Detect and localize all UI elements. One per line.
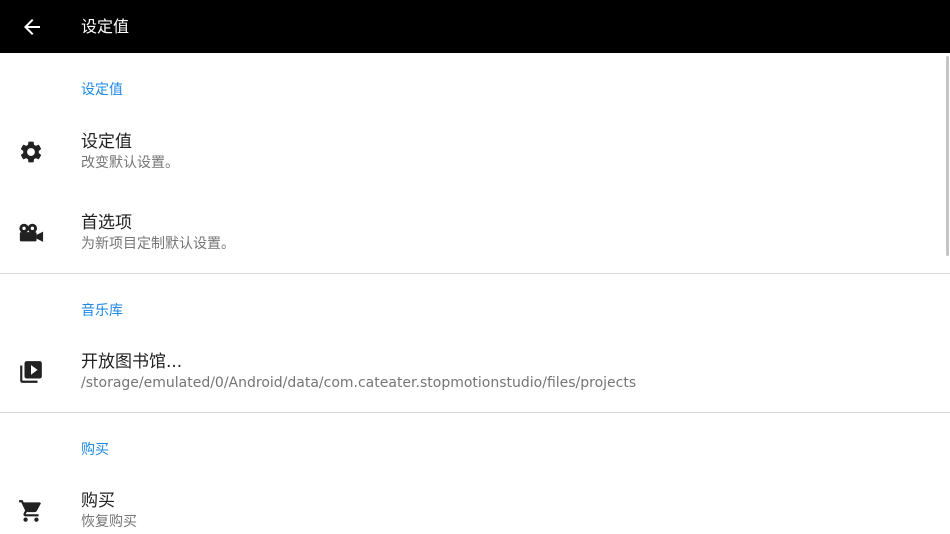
pref-title: 购买	[81, 491, 115, 511]
pref-item-purchase[interactable]: 购买 恢复购买	[0, 478, 945, 534]
pref-item-open-library[interactable]: 开放图书馆... /storage/emulated/0/Android/dat…	[0, 339, 945, 403]
section-divider	[0, 412, 950, 413]
pref-summary: 为新项目定制默认设置。	[81, 236, 235, 252]
shopping-cart-icon	[19, 500, 41, 522]
pref-title: 首选项	[81, 213, 132, 233]
pref-summary: 恢复购买	[81, 514, 137, 530]
pref-title: 设定值	[81, 132, 132, 152]
category-header-purchase: 购买	[81, 442, 109, 458]
movie-camera-icon	[19, 223, 44, 242]
section-divider	[0, 273, 950, 274]
preferences-list[interactable]: 设定值 设定值 改变默认设置。 首选项 为新项目定制默认设置。 音乐库 开放图书…	[0, 53, 950, 534]
arrow-back-icon	[24, 19, 40, 35]
scrollbar[interactable]	[946, 56, 949, 256]
page-title: 设定值	[81, 17, 130, 36]
pref-summary: 改变默认设置。	[81, 155, 179, 171]
video-library-icon	[20, 361, 42, 383]
category-header-library: 音乐库	[81, 303, 123, 319]
settings-screen: 设定值 设定值 设定值 改变默认设置。 首选项 为新项目定制默认设置。 音乐库 …	[0, 0, 950, 534]
pref-title: 开放图书馆...	[81, 352, 183, 372]
back-button[interactable]	[8, 3, 56, 51]
category-header-settings: 设定值	[81, 82, 123, 98]
pref-item-preferences[interactable]: 首选项 为新项目定制默认设置。	[0, 200, 945, 264]
app-toolbar: 设定值	[0, 0, 950, 53]
pref-item-settings[interactable]: 设定值 改变默认设置。	[0, 119, 945, 183]
pref-summary: /storage/emulated/0/Android/data/com.cat…	[81, 375, 637, 391]
gear-icon	[20, 141, 42, 163]
